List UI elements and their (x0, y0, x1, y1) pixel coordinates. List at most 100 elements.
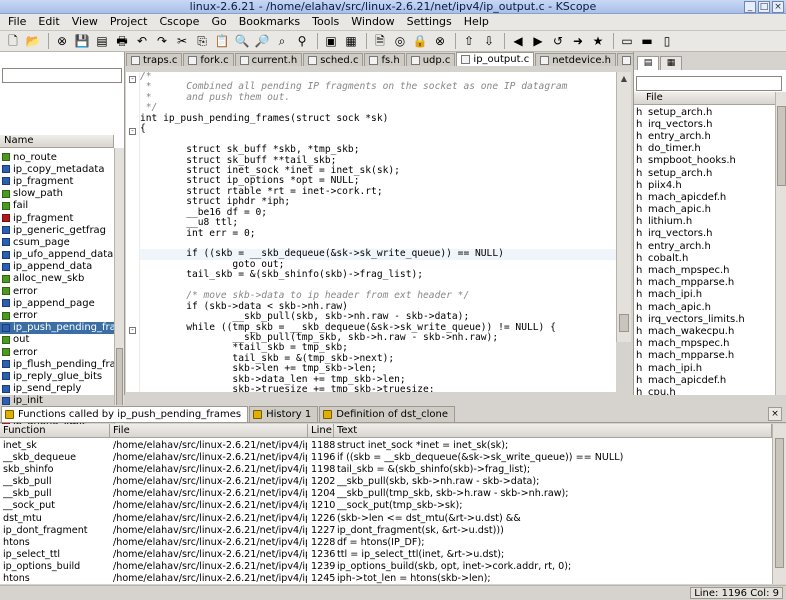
goto-icon[interactable]: ➜ (569, 32, 587, 50)
table-row[interactable]: dst_mtu/home/elahav/src/linux-2.6.21/net… (0, 513, 772, 525)
scroll-up-icon[interactable]: ▲ (619, 74, 629, 84)
copy-icon[interactable]: ⎘ (193, 32, 211, 50)
tag-list-item[interactable]: ip_ufo_append_data (0, 249, 114, 261)
file-list-item[interactable]: h setup_arch.h (634, 106, 775, 118)
file-list-tab-icon[interactable]: ▤ (637, 56, 659, 70)
tag-list-item[interactable]: out (0, 334, 114, 346)
file-list-item[interactable]: h mach_mpspec.h (634, 338, 775, 350)
tag-list-item[interactable]: ip_flush_pending_frames (0, 358, 114, 370)
zoom-icon[interactable]: ⚲ (293, 32, 311, 50)
history-icon[interactable]: ↺ (549, 32, 567, 50)
go-up-icon[interactable]: ⇧ (460, 32, 478, 50)
file-list-item[interactable]: h mach_apicdef.h (634, 191, 775, 203)
file-list-item[interactable]: h mach_mpparse.h (634, 277, 775, 289)
file-list-item[interactable]: h mach_apicdef.h (634, 374, 775, 386)
table-row[interactable]: ip_select_ttl/home/elahav/src/linux-2.6.… (0, 549, 772, 561)
table-row[interactable]: __skb_pull/home/elahav/src/linux-2.6.21/… (0, 488, 772, 500)
column-line[interactable]: Line (308, 424, 334, 438)
menu-tools[interactable]: Tools (306, 14, 345, 30)
tag-list-item[interactable]: alloc_new_skb (0, 273, 114, 285)
file-tab[interactable]: netdevice.h (535, 53, 616, 66)
file-tab[interactable]: sched.c (303, 53, 364, 66)
tag-search-input[interactable] (2, 68, 122, 83)
query-tab[interactable]: Definition of dst_clone (319, 406, 456, 422)
open-file-icon[interactable]: 📂 (24, 32, 42, 50)
tag-list-item[interactable]: error (0, 285, 114, 297)
file-list-item[interactable]: h mach_apic.h (634, 301, 775, 313)
tag-list-header[interactable]: Name (0, 135, 114, 148)
table-row[interactable]: __skb_dequeue/home/elahav/src/linux-2.6.… (0, 452, 772, 464)
tag-list-item[interactable]: ip_append_page (0, 297, 114, 309)
table-row[interactable]: inet_sk/home/elahav/src/linux-2.6.21/net… (0, 440, 772, 452)
tag-list-item[interactable]: no_route (0, 151, 114, 163)
close-icon[interactable]: × (772, 1, 784, 13)
menu-view[interactable]: View (66, 14, 104, 30)
table-row[interactable]: __sock_put/home/elahav/src/linux-2.6.21/… (0, 500, 772, 512)
table-row[interactable]: htons/home/elahav/src/linux-2.6.21/net/i… (0, 537, 772, 549)
file-list-item[interactable]: h mach_mpparse.h (634, 350, 775, 362)
new-file-icon[interactable]: 🗋 (4, 32, 22, 50)
column-file[interactable]: File (110, 424, 308, 438)
file-list-item[interactable]: h entry_arch.h (634, 240, 775, 252)
file-list-item[interactable]: h setup_arch.h (634, 167, 775, 179)
cscope-query-icon[interactable]: 🗎 (371, 32, 389, 50)
minimize-icon[interactable]: _ (744, 1, 756, 13)
tag-list-item[interactable]: ip_generic_getfrag (0, 224, 114, 236)
table-row[interactable]: __skb_pull/home/elahav/src/linux-2.6.21/… (0, 476, 772, 488)
file-tree-tab-icon[interactable]: ▦ (660, 56, 682, 70)
file-search-input[interactable] (636, 76, 782, 91)
fold-toggle-icon[interactable]: - (129, 76, 136, 83)
find-icon[interactable]: 🔍 (233, 32, 251, 50)
lock-icon[interactable]: 🔒 (411, 32, 429, 50)
toggle-file-view-icon[interactable]: ▭ (618, 32, 636, 50)
tag-list-item[interactable]: csum_page (0, 236, 114, 248)
file-list-item[interactable]: h mach_apic.h (634, 204, 775, 216)
tag-list-item[interactable]: ip_reply_glue_bits (0, 370, 114, 382)
tag-list-item[interactable]: ip_send_reply (0, 383, 114, 395)
fold-toggle-icon[interactable]: - (129, 326, 136, 334)
tag-list-item[interactable]: ip_fragment (0, 212, 114, 224)
query-results-scrollbar[interactable] (772, 424, 786, 584)
tag-list-item[interactable]: ip_fragment (0, 175, 114, 187)
redo-icon[interactable]: ↷ (153, 32, 171, 50)
menu-cscope[interactable]: Cscope (153, 14, 205, 30)
file-list-scrollbar[interactable] (775, 92, 786, 395)
menu-bookmarks[interactable]: Bookmarks (233, 14, 306, 30)
tag-list-item[interactable]: fail (0, 200, 114, 212)
scrollbar-thumb[interactable] (777, 106, 786, 186)
editor-scrollbar[interactable]: ▲ (616, 72, 631, 342)
menu-go[interactable]: Go (205, 14, 232, 30)
find-next-icon[interactable]: 🔎 (253, 32, 271, 50)
file-list-item[interactable]: h piix4.h (634, 179, 775, 191)
tag-list-item[interactable]: slow_path (0, 188, 114, 200)
file-list-item[interactable]: h irq_vectors.h (634, 228, 775, 240)
file-list-item[interactable]: h mach_wakecpu.h (634, 325, 775, 337)
file-tab[interactable]: ip_output.c (456, 52, 535, 66)
project-icon[interactable]: ▦ (342, 32, 360, 50)
save-all-icon[interactable]: ▤ (93, 32, 111, 50)
paste-icon[interactable]: 📋 (213, 32, 231, 50)
table-row[interactable]: ip_options_build/home/elahav/src/linux-2… (0, 561, 772, 573)
file-list-item[interactable]: h irq_vectors.h (634, 118, 775, 130)
scrollbar-thumb[interactable] (775, 438, 784, 568)
menu-file[interactable]: File (2, 14, 32, 30)
column-text[interactable]: Text (334, 424, 772, 438)
undo-icon[interactable]: ↶ (133, 32, 151, 50)
file-list-item[interactable]: h mach_ipi.h (634, 362, 775, 374)
code-editor[interactable]: /* * Combined all pending IP fragments o… (140, 72, 616, 392)
tag-list-item[interactable]: error (0, 346, 114, 358)
fold-toggle-icon[interactable]: - (129, 128, 136, 136)
file-tab[interactable]: fs.h (364, 53, 405, 66)
file-tab[interactable]: fork.c (183, 53, 234, 66)
file-tab[interactable]: current.h (234, 53, 303, 66)
query-tab[interactable]: Functions called by ip_push_pending_fram… (1, 406, 249, 422)
tag-list-item[interactable]: ip_push_pending_frames (0, 321, 114, 334)
cut-icon[interactable]: ✂ (173, 32, 191, 50)
menu-edit[interactable]: Edit (32, 14, 65, 30)
toggle-query-view-icon[interactable]: ▬ (638, 32, 656, 50)
file-list-item[interactable]: h do_timer.h (634, 143, 775, 155)
tag-list-item[interactable]: ip_append_data (0, 261, 114, 273)
go-down-icon[interactable]: ⇩ (480, 32, 498, 50)
replace-icon[interactable]: ⌕ (273, 32, 291, 50)
save-icon[interactable]: 💾 (73, 32, 91, 50)
